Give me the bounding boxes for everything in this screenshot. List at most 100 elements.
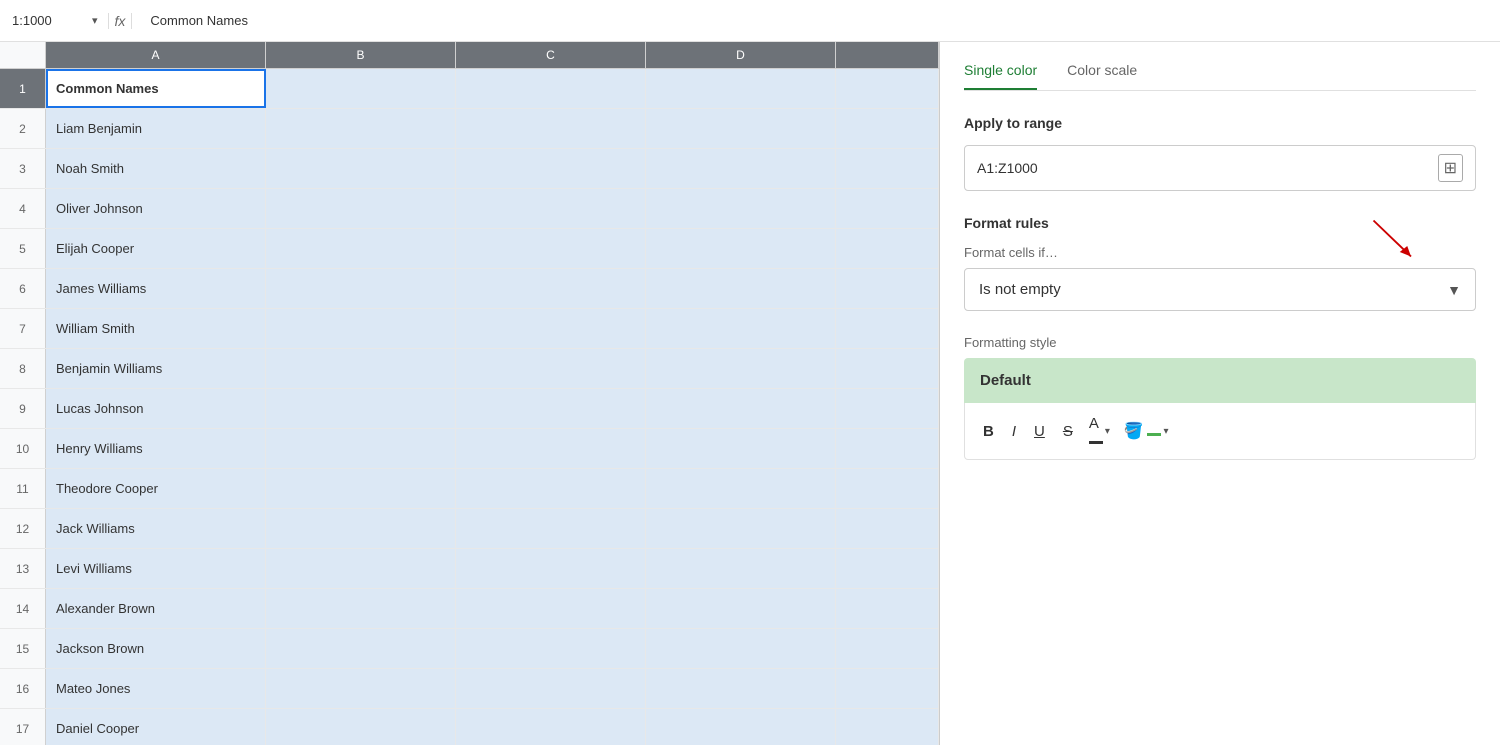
grid-select-icon[interactable]: ⊞: [1438, 154, 1463, 182]
cell-a11[interactable]: Theodore Cooper: [46, 469, 266, 508]
cell-c10[interactable]: [456, 429, 646, 468]
table-row[interactable]: 10Henry Williams: [0, 429, 939, 469]
cell-c8[interactable]: [456, 349, 646, 388]
table-row[interactable]: 2Liam Benjamin: [0, 109, 939, 149]
cell-b16[interactable]: [266, 669, 456, 708]
cell-d3[interactable]: [646, 149, 836, 188]
cell-d17[interactable]: [646, 709, 836, 745]
cell-a10[interactable]: Henry Williams: [46, 429, 266, 468]
cell-c2[interactable]: [456, 109, 646, 148]
cell-b9[interactable]: [266, 389, 456, 428]
condition-select[interactable]: Is not empty ▼: [964, 268, 1476, 311]
cell-c14[interactable]: [456, 589, 646, 628]
cell-c13[interactable]: [456, 549, 646, 588]
underline-button[interactable]: U: [1028, 419, 1051, 444]
fill-color-button[interactable]: 🪣 ▾: [1120, 417, 1173, 445]
cell-b7[interactable]: [266, 309, 456, 348]
cell-d4[interactable]: [646, 189, 836, 228]
cell-a12[interactable]: Jack Williams: [46, 509, 266, 548]
cell-d12[interactable]: [646, 509, 836, 548]
cell-b8[interactable]: [266, 349, 456, 388]
cell-c5[interactable]: [456, 229, 646, 268]
table-row[interactable]: 11Theodore Cooper: [0, 469, 939, 509]
table-row[interactable]: 15Jackson Brown: [0, 629, 939, 669]
bold-button[interactable]: B: [977, 419, 1000, 444]
cell-d11[interactable]: [646, 469, 836, 508]
range-input-text[interactable]: A1:Z1000: [977, 160, 1438, 176]
formula-input[interactable]: Common Names: [142, 13, 1488, 28]
tab-single-color[interactable]: Single color: [964, 62, 1037, 90]
table-row[interactable]: 9Lucas Johnson: [0, 389, 939, 429]
cell-d6[interactable]: [646, 269, 836, 308]
cell-c7[interactable]: [456, 309, 646, 348]
cell-d1[interactable]: [646, 69, 836, 108]
table-row[interactable]: 5Elijah Cooper: [0, 229, 939, 269]
table-row[interactable]: 14Alexander Brown: [0, 589, 939, 629]
table-row[interactable]: 12Jack Williams: [0, 509, 939, 549]
cell-b6[interactable]: [266, 269, 456, 308]
cell-d8[interactable]: [646, 349, 836, 388]
cell-c17[interactable]: [456, 709, 646, 745]
cell-b12[interactable]: [266, 509, 456, 548]
cell-reference[interactable]: 1:1000: [12, 13, 82, 28]
tab-color-scale[interactable]: Color scale: [1067, 62, 1137, 90]
cell-a8[interactable]: Benjamin Williams: [46, 349, 266, 388]
cell-a9[interactable]: Lucas Johnson: [46, 389, 266, 428]
col-header-c[interactable]: C: [456, 42, 646, 68]
cell-b4[interactable]: [266, 189, 456, 228]
cell-a1[interactable]: Common Names: [46, 69, 266, 108]
table-row[interactable]: 3Noah Smith: [0, 149, 939, 189]
cell-a13[interactable]: Levi Williams: [46, 549, 266, 588]
cell-d15[interactable]: [646, 629, 836, 668]
cell-c16[interactable]: [456, 669, 646, 708]
cell-a6[interactable]: James Williams: [46, 269, 266, 308]
cell-d7[interactable]: [646, 309, 836, 348]
cell-a5[interactable]: Elijah Cooper: [46, 229, 266, 268]
cell-c15[interactable]: [456, 629, 646, 668]
cell-d16[interactable]: [646, 669, 836, 708]
font-color-button[interactable]: A ▾: [1085, 411, 1114, 451]
cell-a7[interactable]: William Smith: [46, 309, 266, 348]
col-header-a[interactable]: A: [46, 42, 266, 68]
cell-c12[interactable]: [456, 509, 646, 548]
cell-b17[interactable]: [266, 709, 456, 745]
cell-a17[interactable]: Daniel Cooper: [46, 709, 266, 745]
cell-a3[interactable]: Noah Smith: [46, 149, 266, 188]
cell-b11[interactable]: [266, 469, 456, 508]
cell-a2[interactable]: Liam Benjamin: [46, 109, 266, 148]
cell-b5[interactable]: [266, 229, 456, 268]
cell-b14[interactable]: [266, 589, 456, 628]
table-row[interactable]: 4Oliver Johnson: [0, 189, 939, 229]
cell-d13[interactable]: [646, 549, 836, 588]
strikethrough-button[interactable]: S: [1057, 419, 1079, 444]
cell-b2[interactable]: [266, 109, 456, 148]
col-header-b[interactable]: B: [266, 42, 456, 68]
table-row[interactable]: 6James Williams: [0, 269, 939, 309]
cell-b13[interactable]: [266, 549, 456, 588]
cell-b10[interactable]: [266, 429, 456, 468]
table-row[interactable]: 1Common Names: [0, 69, 939, 109]
cell-a16[interactable]: Mateo Jones: [46, 669, 266, 708]
table-row[interactable]: 13Levi Williams: [0, 549, 939, 589]
italic-button[interactable]: I: [1006, 419, 1022, 444]
cell-c4[interactable]: [456, 189, 646, 228]
table-row[interactable]: 8Benjamin Williams: [0, 349, 939, 389]
table-row[interactable]: 7William Smith: [0, 309, 939, 349]
cell-c6[interactable]: [456, 269, 646, 308]
cell-c11[interactable]: [456, 469, 646, 508]
cell-d5[interactable]: [646, 229, 836, 268]
cell-d14[interactable]: [646, 589, 836, 628]
cell-c9[interactable]: [456, 389, 646, 428]
cell-a15[interactable]: Jackson Brown: [46, 629, 266, 668]
col-header-d[interactable]: D: [646, 42, 836, 68]
table-row[interactable]: 17Daniel Cooper: [0, 709, 939, 745]
cell-a4[interactable]: Oliver Johnson: [46, 189, 266, 228]
cell-b3[interactable]: [266, 149, 456, 188]
cell-d9[interactable]: [646, 389, 836, 428]
sheet-body[interactable]: 1Common Names2Liam Benjamin3Noah Smith4O…: [0, 69, 939, 745]
cell-b1[interactable]: [266, 69, 456, 108]
cell-c1[interactable]: [456, 69, 646, 108]
range-input-row[interactable]: A1:Z1000 ⊞: [964, 145, 1476, 191]
cell-b15[interactable]: [266, 629, 456, 668]
cell-d2[interactable]: [646, 109, 836, 148]
